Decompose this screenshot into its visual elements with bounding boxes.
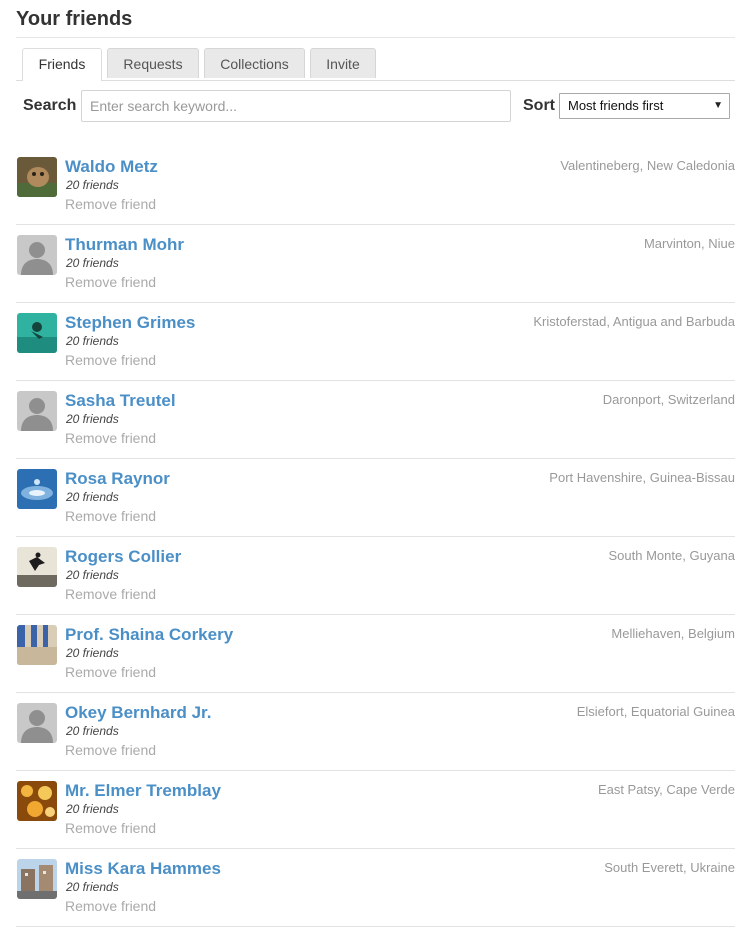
remove-friend-link[interactable]: Remove friend <box>65 586 156 602</box>
list-item: Sasha Treutel 20 friends Remove friend D… <box>16 381 735 459</box>
page-title: Your friends <box>16 8 133 30</box>
friend-location: Marvinton, Niue <box>643 236 735 251</box>
avatar-default-silhouette[interactable] <box>17 235 57 275</box>
friend-name-link[interactable]: Rosa Raynor <box>65 469 170 489</box>
friend-name-link[interactable]: Prof. Shaina Corkery <box>65 625 233 645</box>
tab-invite[interactable]: Invite <box>310 48 376 78</box>
friend-count: 20 friends <box>66 724 119 738</box>
friend-location: Elsiefort, Equatorial Guinea <box>576 704 735 719</box>
avatar-default-silhouette[interactable] <box>17 391 57 431</box>
friend-location: Daronport, Switzerland <box>602 392 735 407</box>
friend-count: 20 friends <box>66 178 119 192</box>
friend-location: East Patsy, Cape Verde <box>597 782 735 797</box>
friend-name-link[interactable]: Waldo Metz <box>65 157 158 177</box>
remove-friend-link[interactable]: Remove friend <box>65 664 156 680</box>
sort-label: Sort <box>523 97 555 114</box>
tab-friends[interactable]: Friends <box>22 48 102 81</box>
friend-count: 20 friends <box>66 880 119 894</box>
list-item: Rogers Collier 20 friends Remove friend … <box>16 537 735 615</box>
friend-list: Waldo Metz 20 friends Remove friend Vale… <box>16 147 735 927</box>
remove-friend-link[interactable]: Remove friend <box>65 430 156 446</box>
friend-name-link[interactable]: Mr. Elmer Tremblay <box>65 781 221 801</box>
avatar-photo-lights[interactable] <box>17 781 57 821</box>
tab-collections[interactable]: Collections <box>204 48 305 78</box>
remove-friend-link[interactable]: Remove friend <box>65 742 156 758</box>
sort-select[interactable]: Most friends first ▼ <box>559 93 730 119</box>
friend-count: 20 friends <box>66 646 119 660</box>
avatar-photo-jumper[interactable] <box>17 547 57 587</box>
list-item: Thurman Mohr 20 friends Remove friend Ma… <box>16 225 735 303</box>
list-item: Mr. Elmer Tremblay 20 friends Remove fri… <box>16 771 735 849</box>
friend-count: 20 friends <box>66 256 119 270</box>
tab-requests[interactable]: Requests <box>107 48 199 78</box>
friend-location: Port Havenshire, Guinea-Bissau <box>549 470 735 485</box>
friend-name-link[interactable]: Okey Bernhard Jr. <box>65 703 211 723</box>
friend-name-link[interactable]: Stephen Grimes <box>65 313 195 333</box>
tab-bar: Friends Requests Collections Invite <box>16 48 735 81</box>
friend-count: 20 friends <box>66 568 119 582</box>
friend-location: Valentineberg, New Caledonia <box>560 158 735 173</box>
avatar-photo-water-drop[interactable] <box>17 469 57 509</box>
remove-friend-link[interactable]: Remove friend <box>65 274 156 290</box>
chevron-down-icon: ▼ <box>713 100 723 111</box>
sort-selected-value: Most friends first <box>568 98 664 113</box>
remove-friend-link[interactable]: Remove friend <box>65 352 156 368</box>
friend-count: 20 friends <box>66 802 119 816</box>
list-item: Okey Bernhard Jr. 20 friends Remove frie… <box>16 693 735 771</box>
search-label: Search <box>23 97 77 114</box>
friend-name-link[interactable]: Thurman Mohr <box>65 235 184 255</box>
friend-count: 20 friends <box>66 490 119 504</box>
friend-name-link[interactable]: Rogers Collier <box>65 547 181 567</box>
remove-friend-link[interactable]: Remove friend <box>65 508 156 524</box>
avatar-photo-fabric[interactable] <box>17 625 57 665</box>
avatar-photo-underwater[interactable] <box>17 313 57 353</box>
search-input[interactable] <box>81 90 511 122</box>
avatar-default-silhouette[interactable] <box>17 703 57 743</box>
friend-count: 20 friends <box>66 334 119 348</box>
friend-location: Melliehaven, Belgium <box>611 626 735 641</box>
remove-friend-link[interactable]: Remove friend <box>65 898 156 914</box>
list-item: Stephen Grimes 20 friends Remove friend … <box>16 303 735 381</box>
avatar-photo-animal[interactable] <box>17 157 57 197</box>
friend-location: South Monte, Guyana <box>608 548 735 563</box>
friend-name-link[interactable]: Sasha Treutel <box>65 391 176 411</box>
friend-name-link[interactable]: Miss Kara Hammes <box>65 859 221 879</box>
friend-location: South Everett, Ukraine <box>604 860 735 875</box>
friend-count: 20 friends <box>66 412 119 426</box>
avatar-photo-street[interactable] <box>17 859 57 899</box>
remove-friend-link[interactable]: Remove friend <box>65 196 156 212</box>
list-item: Rosa Raynor 20 friends Remove friend Por… <box>16 459 735 537</box>
remove-friend-link[interactable]: Remove friend <box>65 820 156 836</box>
list-item: Waldo Metz 20 friends Remove friend Vale… <box>16 147 735 225</box>
list-item: Prof. Shaina Corkery 20 friends Remove f… <box>16 615 735 693</box>
list-item: Miss Kara Hammes 20 friends Remove frien… <box>16 849 735 927</box>
title-divider <box>16 37 735 38</box>
friend-location: Kristoferstad, Antigua and Barbuda <box>533 314 735 329</box>
